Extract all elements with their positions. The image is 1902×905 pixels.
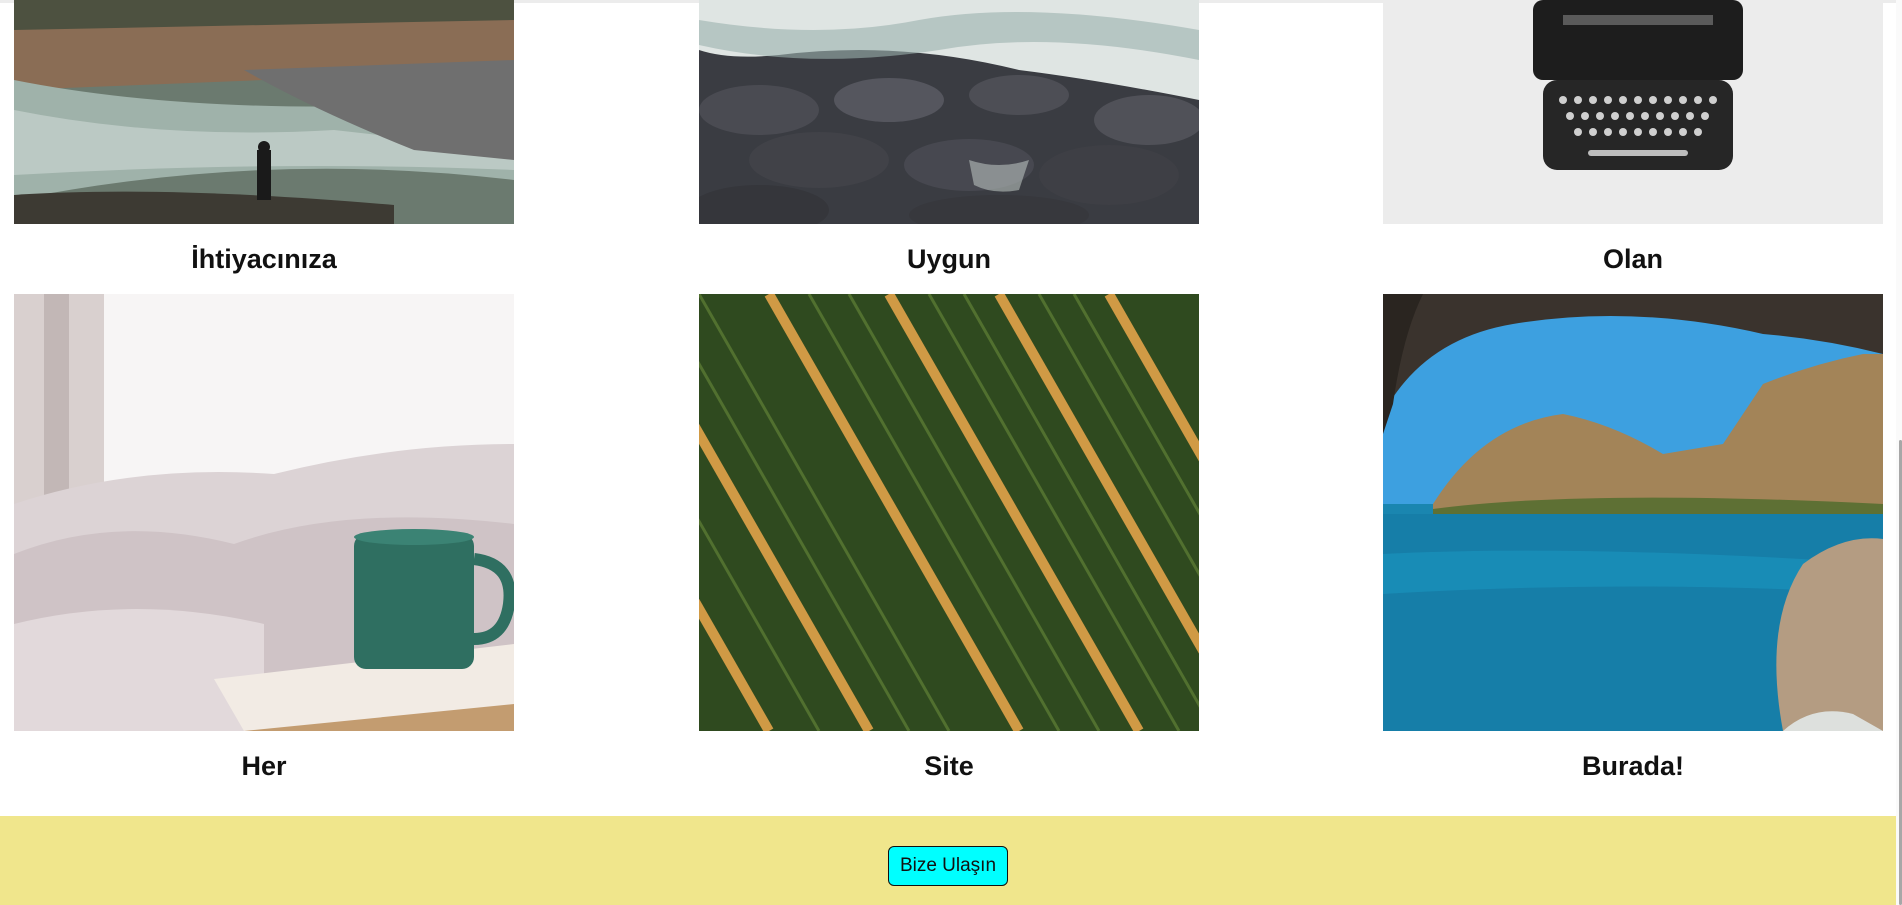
sea-cave-cliffs-photo — [1383, 294, 1883, 731]
page: İhtiyacınıza Uygun Olan Her Site Burada!… — [0, 0, 1902, 905]
coffee-mug-bed-photo — [14, 294, 514, 731]
gallery-caption: İhtiyacınıza — [191, 244, 337, 274]
gallery-caption: Uygun — [907, 244, 991, 274]
aerial-vineyard-rows-photo — [699, 294, 1199, 731]
typewriter-photo — [1383, 0, 1883, 224]
scrollbar[interactable] — [1896, 0, 1902, 905]
gallery-caption: Olan — [1602, 244, 1663, 274]
gallery-caption: Site — [924, 751, 974, 781]
ocean-waves-rocks-photo — [699, 0, 1199, 224]
gallery-caption: Burada! — [1581, 751, 1684, 781]
gallery-caption: Her — [241, 751, 287, 781]
river-rocks-person-photo — [14, 0, 514, 224]
contact-button[interactable]: Bize Ulaşın — [888, 846, 1008, 886]
